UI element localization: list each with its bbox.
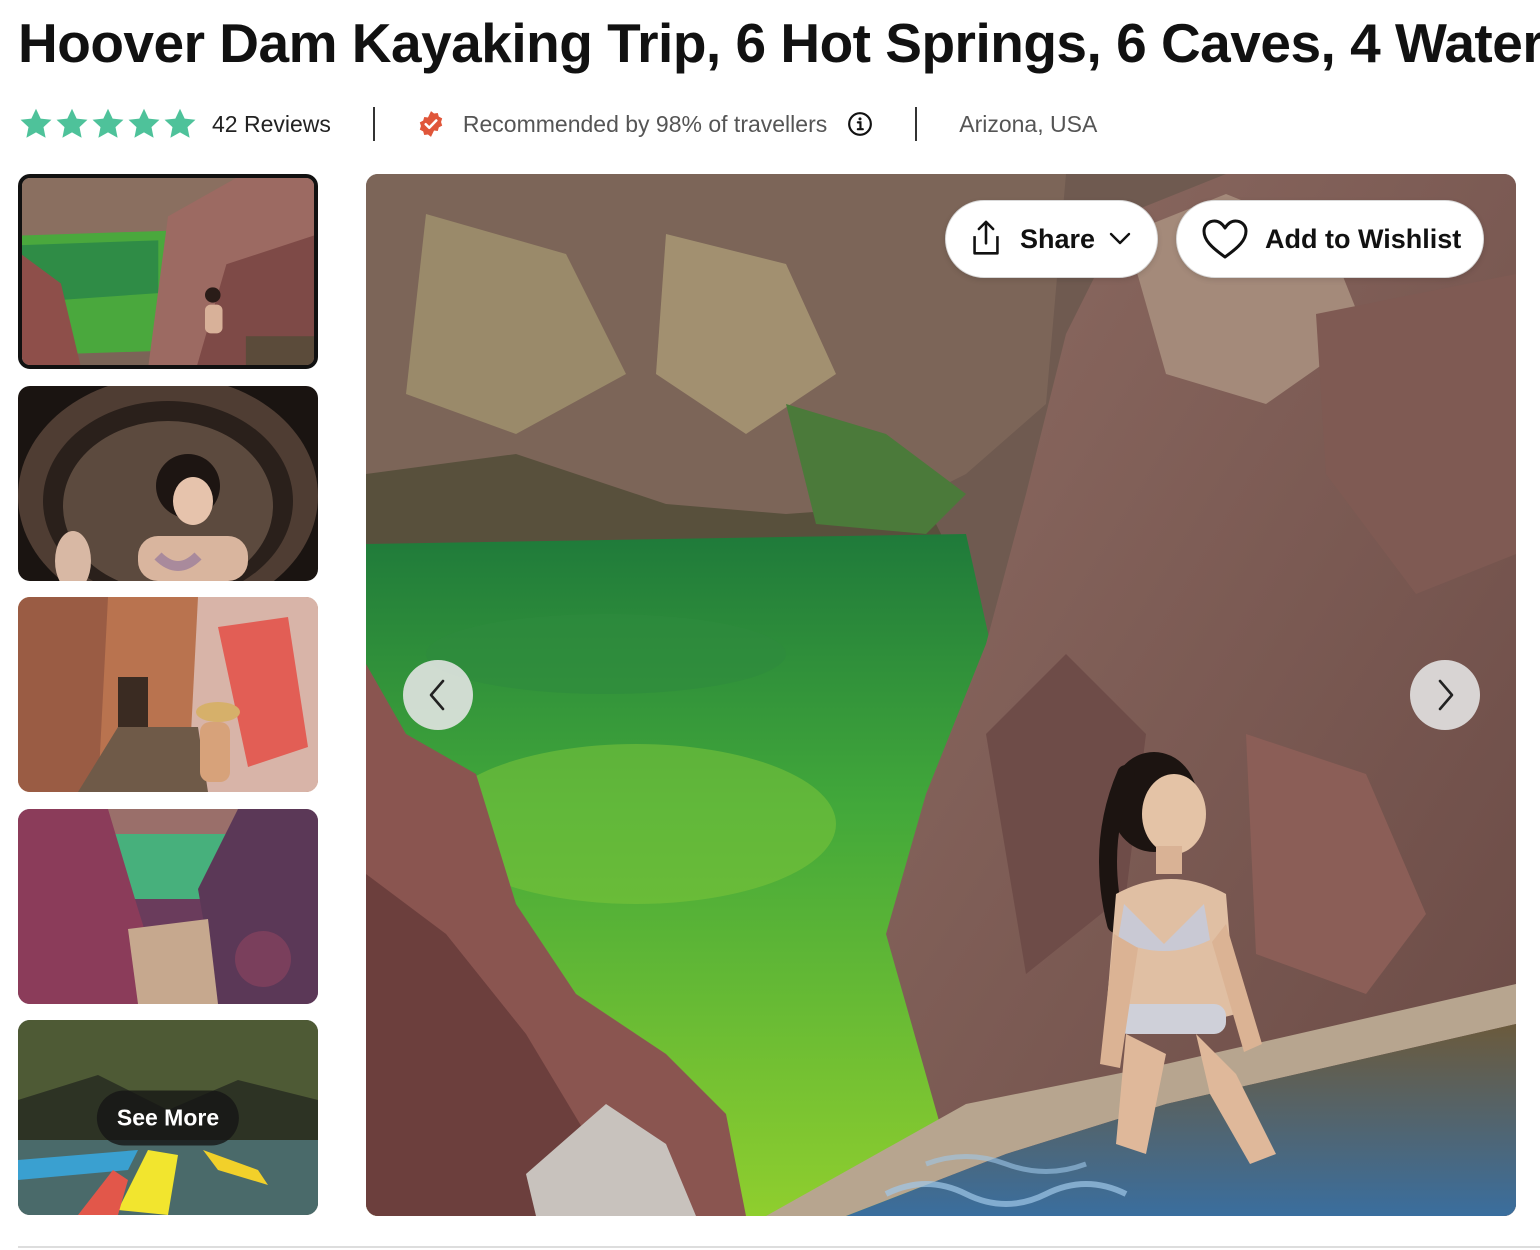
- hero-photo: [366, 174, 1516, 1216]
- star-icon: [20, 108, 52, 138]
- thumbnail-1[interactable]: [18, 174, 318, 369]
- heart-icon: [1202, 219, 1248, 259]
- chevron-left-icon: [429, 679, 445, 711]
- add-to-wishlist-button[interactable]: Add to Wishlist: [1176, 200, 1484, 278]
- thumbnail-image: [18, 597, 318, 792]
- thumbnail-4[interactable]: [18, 809, 318, 1004]
- star-icon: [128, 108, 160, 138]
- section-divider: [18, 1246, 1540, 1248]
- hero-image[interactable]: [366, 174, 1516, 1216]
- star-icon: [164, 108, 196, 138]
- share-icon: [973, 220, 999, 255]
- see-more-button[interactable]: See More: [96, 1090, 240, 1145]
- star-rating[interactable]: [18, 104, 198, 144]
- thumbnail-3[interactable]: [18, 597, 318, 792]
- thumbnail-image: [18, 809, 318, 1004]
- thumbnail-image: [22, 178, 314, 365]
- share-label: Share: [1020, 223, 1096, 254]
- star-icon: [56, 108, 88, 138]
- wishlist-label: Add to Wishlist: [1265, 223, 1462, 254]
- previous-image-button[interactable]: [403, 660, 473, 730]
- thumbnail-5[interactable]: See More: [18, 1020, 318, 1215]
- reviews-link[interactable]: 42 Reviews: [212, 111, 331, 138]
- meta-row: 42 Reviews Recommended by 98% of travell…: [18, 104, 1097, 144]
- location-text: Arizona, USA: [959, 110, 1098, 137]
- star-icon: [92, 108, 124, 138]
- share-button[interactable]: Share: [945, 200, 1158, 278]
- info-icon[interactable]: [847, 111, 873, 137]
- thumbnail-image: [18, 386, 318, 581]
- chevron-right-icon: [1438, 679, 1454, 711]
- divider: [915, 107, 918, 141]
- recommendation-text: Recommended by 98% of travellers: [462, 110, 828, 137]
- verified-badge-icon: [419, 111, 443, 137]
- page-title: Hoover Dam Kayaking Trip, 6 Hot Springs,…: [18, 12, 1540, 74]
- next-image-button[interactable]: [1410, 660, 1480, 730]
- divider: [372, 107, 375, 141]
- chevron-down-icon: [1109, 232, 1131, 245]
- thumbnail-2[interactable]: [18, 386, 318, 581]
- page: Hoover Dam Kayaking Trip, 6 Hot Springs,…: [0, 0, 1540, 1250]
